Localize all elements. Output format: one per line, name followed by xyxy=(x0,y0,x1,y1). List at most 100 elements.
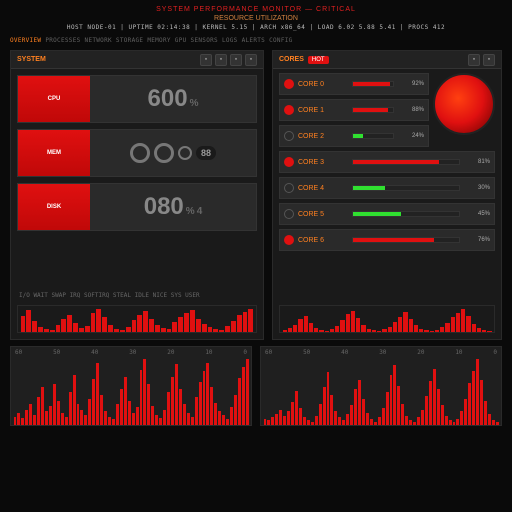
waveform-bar xyxy=(304,316,308,332)
tab-logs[interactable]: LOGS xyxy=(222,37,238,44)
tick-label: 10 xyxy=(205,349,212,356)
waveform-bar xyxy=(21,316,26,332)
list-icon[interactable]: ▪ xyxy=(215,54,227,66)
waveform-bar xyxy=(175,364,178,425)
core-value: 81% xyxy=(464,159,490,165)
waveform-bar xyxy=(346,314,350,332)
tab-network[interactable]: NETWORK xyxy=(85,37,112,44)
waveform-bar xyxy=(417,417,420,425)
waveform-bar xyxy=(140,370,143,425)
pause-icon[interactable]: ▪ xyxy=(230,54,242,66)
metric-row-disk[interactable]: DISK 080 % 4 xyxy=(17,183,257,231)
tab-config[interactable]: CONFIG xyxy=(269,37,292,44)
waveform-bar xyxy=(460,411,463,425)
tab-processes[interactable]: PROCESSES xyxy=(45,37,80,44)
waveform-bar xyxy=(104,411,107,425)
disk-unit: % xyxy=(186,206,195,217)
core-row-0[interactable]: CORE 092% xyxy=(279,73,429,95)
tab-alerts[interactable]: ALERTS xyxy=(242,37,265,44)
waveform-bar xyxy=(84,415,87,425)
waveform-bar xyxy=(167,329,172,332)
waveform-bar xyxy=(275,414,278,425)
core-row-4[interactable]: CORE 430% xyxy=(279,177,495,199)
waveform-bar xyxy=(67,315,72,332)
waveform-bar xyxy=(425,396,428,425)
waveform-bar xyxy=(77,404,80,425)
waveform-bar xyxy=(136,407,139,425)
metric-row-cpu[interactable]: CPU 600 % xyxy=(17,75,257,123)
tab-overview[interactable]: OVERVIEW xyxy=(10,37,41,44)
core-bar xyxy=(352,211,460,217)
waveform-bar xyxy=(222,415,225,425)
waveform-bar xyxy=(437,389,440,425)
network-history-chart[interactable]: 6050403020100 xyxy=(260,346,502,426)
waveform-bar xyxy=(32,321,37,332)
chart-ticks: 6050403020100 xyxy=(15,349,247,356)
tab-storage[interactable]: STORAGE xyxy=(116,37,143,44)
core-row-6[interactable]: CORE 676% xyxy=(279,229,495,251)
waveform-bar xyxy=(279,410,282,425)
waveform-bar xyxy=(199,382,202,425)
cores-panel-header: CORES HOT ▪▪ xyxy=(273,51,501,69)
waveform-bar xyxy=(421,410,424,425)
waveform-bar xyxy=(293,325,297,332)
waveform-bar xyxy=(295,391,298,425)
waveform-bar xyxy=(449,420,452,425)
waveform-bar xyxy=(33,415,36,425)
core-row-2[interactable]: CORE 224% xyxy=(279,125,429,147)
waveform-bar xyxy=(102,317,107,332)
waveform-bar xyxy=(377,331,381,332)
waveform-bar xyxy=(327,372,330,425)
waveform-bar xyxy=(468,383,471,425)
waveform-bar xyxy=(238,378,241,425)
waveform-bar xyxy=(96,363,99,425)
waveform-bar xyxy=(208,327,213,332)
waveform-bar xyxy=(382,329,386,332)
waveform-bar xyxy=(50,330,55,332)
core-bar xyxy=(352,237,460,243)
waveform-bar xyxy=(25,410,28,425)
metric-row-mem[interactable]: MEM 88 xyxy=(17,129,257,177)
tab-memory[interactable]: MEMORY xyxy=(147,37,170,44)
waveform-bar xyxy=(210,387,213,425)
status-dot xyxy=(284,105,294,115)
temperature-gauge[interactable] xyxy=(433,73,495,135)
settings-icon[interactable]: ▪ xyxy=(245,54,257,66)
system-panel-title: SYSTEM xyxy=(17,56,46,63)
tab-gpu[interactable]: GPU xyxy=(175,37,187,44)
waveform-bar xyxy=(291,402,294,425)
grid-icon[interactable]: ▪ xyxy=(200,54,212,66)
waveform-bar xyxy=(190,310,195,332)
expand-icon[interactable]: ▪ xyxy=(483,54,495,66)
core-row-5[interactable]: CORE 545% xyxy=(279,203,495,225)
waveform-bar xyxy=(69,392,72,425)
waveform-bar xyxy=(17,413,20,425)
tick-label: 20 xyxy=(167,349,174,356)
waveform-bar xyxy=(184,313,189,332)
waveform-bar xyxy=(219,330,224,332)
waveform-bar xyxy=(323,387,326,425)
core-bar xyxy=(352,159,460,165)
waveform-bar xyxy=(108,325,113,332)
left-footer: I/O WAIT SWAP IRQ SOFTIRQ STEAL IDLE NIC… xyxy=(19,292,255,299)
waveform-bar xyxy=(92,379,95,425)
waveform-bar xyxy=(386,392,389,425)
header-alert: SYSTEM PERFORMANCE MONITOR — CRITICAL xyxy=(0,0,512,15)
core-label: CORE 6 xyxy=(298,237,348,244)
core-row-3[interactable]: CORE 381% xyxy=(279,151,495,173)
waveform-bar xyxy=(37,397,40,425)
waveform-bar xyxy=(108,417,111,425)
system-panel: SYSTEM ▪▪▪▪ CPU 600 % MEM 88 DISK xyxy=(10,50,264,340)
tab-sensors[interactable]: SENSORS xyxy=(191,37,218,44)
core-row-1[interactable]: CORE 188% xyxy=(279,99,429,121)
tick-label: 60 xyxy=(15,349,22,356)
cpu-history-chart[interactable]: 6050403020100 xyxy=(10,346,252,426)
waveform-bar xyxy=(419,329,423,332)
pin-icon[interactable]: ▪ xyxy=(468,54,480,66)
waveform-bar xyxy=(496,422,499,425)
disk-sub: 4 xyxy=(197,206,203,217)
waveform-bar xyxy=(49,406,52,425)
waveform-bar xyxy=(124,377,127,425)
status-dot xyxy=(284,235,294,245)
waveform-bar xyxy=(456,419,459,425)
